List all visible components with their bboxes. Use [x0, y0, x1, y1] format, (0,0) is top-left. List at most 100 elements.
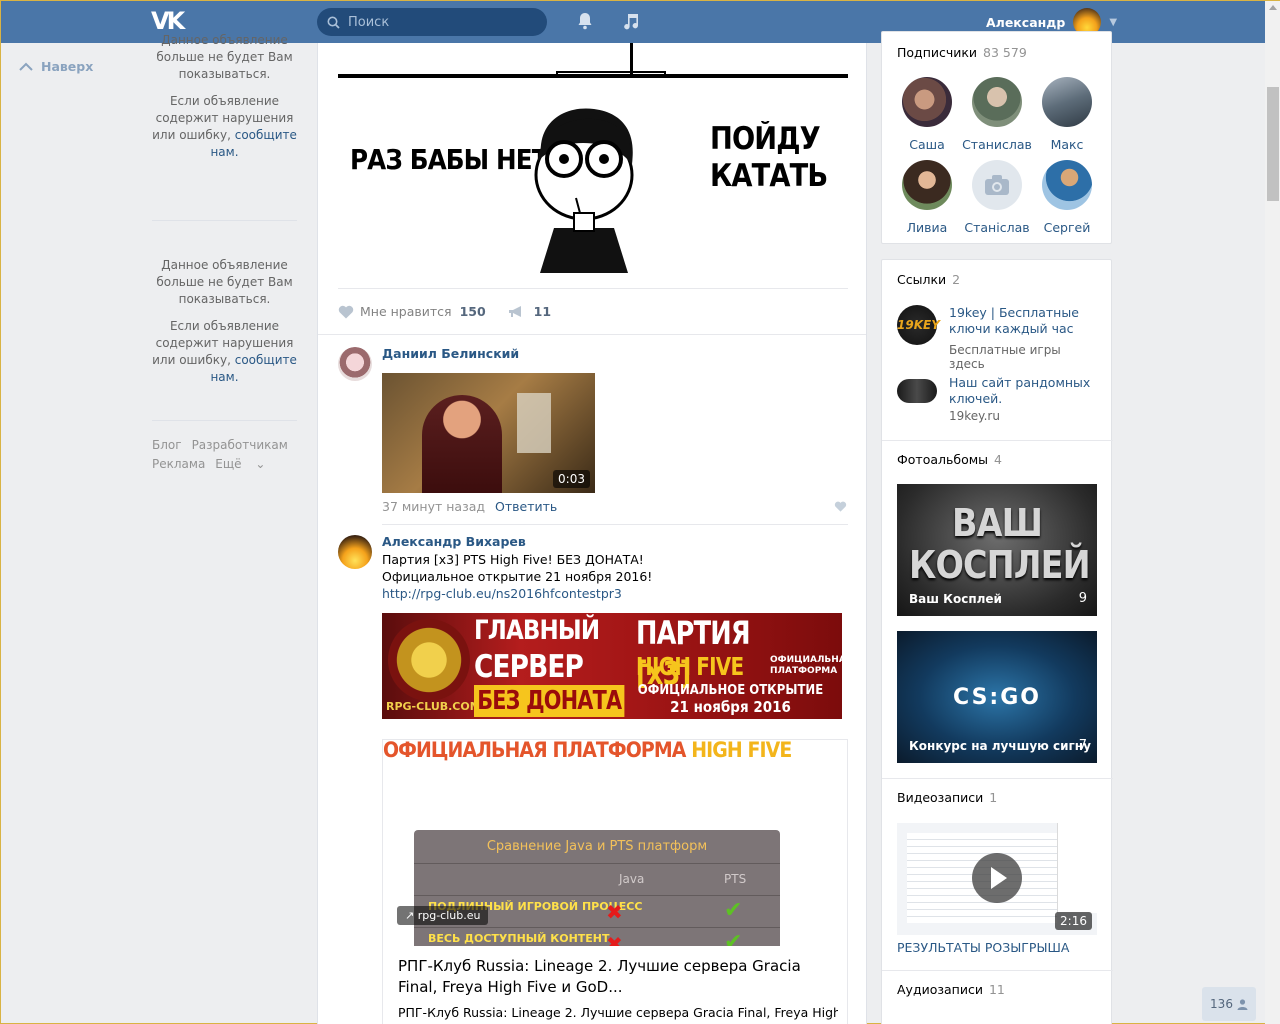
- scroll-up-link[interactable]: Наверх: [19, 59, 93, 74]
- block-title[interactable]: Подписчики 83 579: [897, 45, 1027, 60]
- subscribers-block: Подписчики 83 579 Саша Станислав Макс Лив…: [881, 31, 1112, 244]
- divider: [318, 334, 866, 335]
- video-title[interactable]: РЕЗУЛЬТАТЫ РОЗЫГРЫША: [897, 940, 1069, 955]
- link-title[interactable]: Наш сайт рандомных ключей.: [949, 375, 1099, 407]
- divider: [882, 778, 1113, 779]
- link-title[interactable]: 19key | Бесплатные ключи каждый час: [949, 305, 1099, 337]
- block-title[interactable]: Фотоальбомы 4: [897, 452, 1002, 467]
- external-link-item[interactable]: 19KEY 19key | Бесплатные ключи каждый ча…: [897, 305, 1099, 371]
- comment-author[interactable]: Александр Вихарев: [382, 534, 526, 549]
- banner-text: СЕРВЕР: [474, 649, 584, 685]
- subscriber-item[interactable]: Ливиа: [892, 160, 962, 235]
- video-duration: 0:03: [553, 470, 590, 488]
- footer-ads-link[interactable]: Реклама: [152, 457, 205, 471]
- share-count: 11: [533, 304, 552, 319]
- search-input[interactable]: [348, 14, 528, 30]
- person-icon: [1237, 998, 1248, 1010]
- search-box[interactable]: [317, 8, 547, 36]
- avatar: [1042, 160, 1092, 210]
- snippet-headline: ОФИЦИАЛЬНАЯ ПЛАТФОРМА HIGH FIVE: [383, 740, 792, 762]
- ad-note-text: Данное объявление больше не будет Вам по…: [156, 34, 293, 81]
- comment-time[interactable]: 37 минут назад: [382, 499, 485, 514]
- video-thumbnail[interactable]: 0:03: [382, 373, 595, 493]
- meme-character-illustration: [534, 108, 634, 273]
- online-friends-button[interactable]: 136: [1202, 987, 1256, 1021]
- subscriber-item[interactable]: Станіслав: [962, 160, 1032, 235]
- snippet-title[interactable]: РПГ-Клуб Russia: Lineage 2. Лучшие серве…: [398, 956, 838, 998]
- divider: [382, 524, 848, 525]
- comment-author[interactable]: Даниил Белинский: [382, 346, 519, 361]
- link-snippet[interactable]: ОФИЦИАЛЬНАЯ ПЛАТФОРМА HIGH FIVE Сравнени…: [382, 739, 848, 1024]
- footer-blog-link[interactable]: Блог: [152, 438, 182, 452]
- photo-album[interactable]: ВАШ КОСПЛЕЙ Ваш Косплей 9: [897, 484, 1097, 616]
- cross-icon: ✖: [606, 900, 623, 924]
- table-title: Сравнение Java и PTS платформ: [414, 830, 780, 864]
- block-title[interactable]: Ссылки 2: [897, 272, 960, 287]
- footer-more-link[interactable]: Ещё ⌄: [215, 457, 265, 471]
- subscriber-name: Станіслав: [964, 220, 1030, 235]
- side-info-block: Ссылки 2 19KEY 19key | Бесплатные ключи к…: [881, 259, 1113, 1024]
- footer-links: Блог Разработчикам Реклама Ещё ⌄: [152, 436, 297, 474]
- share-button[interactable]: 11: [508, 304, 551, 319]
- avatar[interactable]: [338, 347, 372, 381]
- comparison-table: Сравнение Java и PTS платформ Java PTS П…: [414, 830, 780, 946]
- subscriber-item[interactable]: Саша: [892, 77, 962, 152]
- avatar: [902, 160, 952, 210]
- album-count: 9: [1078, 591, 1087, 606]
- subscriber-item[interactable]: Сергей: [1032, 160, 1102, 235]
- video-frame: [517, 393, 551, 453]
- heart-icon[interactable]: [834, 501, 847, 512]
- footer-dev-link[interactable]: Разработчикам: [192, 438, 288, 452]
- snippet-image: ОФИЦИАЛЬНАЯ ПЛАТФОРМА HIGH FIVE Сравнени…: [383, 740, 847, 946]
- meme-drawing: [338, 74, 848, 78]
- like-label: Мне нравится: [360, 304, 452, 319]
- album-cover-text: CS:GO: [953, 685, 1041, 710]
- meme-text-left: РАЗ БАБЫ НЕТ: [350, 143, 549, 176]
- subscriber-item[interactable]: Макс: [1032, 77, 1102, 152]
- subscriber-item[interactable]: Станислав: [962, 77, 1032, 152]
- online-count: 136: [1210, 997, 1233, 1011]
- subscriber-name: Саша: [909, 137, 945, 152]
- post-actions: Мне нравится 150 11: [338, 288, 848, 334]
- check-icon: ✔: [724, 930, 743, 946]
- divider: [882, 970, 1113, 971]
- table-header: PTS: [724, 872, 747, 886]
- promo-banner-image[interactable]: RPG-CLUB.COM ГЛАВНЫЙ СЕРВЕР БЕЗ ДОНАТА П…: [382, 613, 842, 719]
- ad-hidden-note: Данное объявление больше не будет Вам по…: [152, 34, 297, 164]
- table-header: Java: [619, 872, 645, 886]
- block-title[interactable]: Аудиозаписи 11: [897, 982, 1005, 997]
- vk-logo[interactable]: VK: [151, 9, 187, 33]
- album-title: Ваш Косплей: [909, 592, 1002, 606]
- snippet-domain[interactable]: ↗ rpg-club.eu: [397, 906, 489, 925]
- like-button[interactable]: Мне нравится 150: [338, 304, 486, 319]
- banner-site: RPG-CLUB.COM: [386, 700, 481, 713]
- music-icon[interactable]: [621, 11, 641, 31]
- chevron-down-icon: ▼: [1109, 16, 1118, 28]
- divider: [882, 440, 1113, 441]
- external-link-item[interactable]: Наш сайт рандомных ключей. 19key.ru: [897, 375, 1097, 425]
- post-image-meme[interactable]: РАЗ БАБЫ НЕТ ПОЙДУ КАТАТЬ: [338, 43, 848, 273]
- scroll-up-arrow-icon[interactable]: [1269, 5, 1277, 10]
- external-link[interactable]: http://rpg-club.eu/ns2016hfcontestpr3: [382, 585, 652, 602]
- block-title[interactable]: Видеозаписи 1: [897, 790, 997, 805]
- meme-drawing: [630, 43, 633, 77]
- ad-note-text: Данное объявление больше не будет Вам по…: [156, 258, 293, 306]
- link-logo: [897, 379, 937, 403]
- scrollbar-thumb[interactable]: [1267, 87, 1279, 201]
- avatar: [972, 77, 1022, 127]
- banner-text: HIGH FIVE: [636, 652, 744, 681]
- banner-text: ОФИЦИАЛЬНОЕ ОТКРЫТИЕ 21 ноября 2016: [637, 683, 824, 716]
- comment-text: Партия [x3] PTS High Five! БЕЗ ДОНАТА! О…: [382, 552, 653, 602]
- avatar[interactable]: [338, 535, 372, 569]
- play-icon[interactable]: [972, 853, 1022, 903]
- like-count: 150: [459, 304, 486, 319]
- bell-icon[interactable]: [575, 11, 595, 31]
- photo-album[interactable]: CS:GO Конкурс на лучшую сигну 7: [897, 631, 1097, 763]
- video-duration: 2:16: [1055, 912, 1092, 930]
- subscriber-name: Макс: [1050, 137, 1084, 152]
- video-item[interactable]: 2:16: [897, 823, 1097, 935]
- avatar: [1042, 77, 1092, 127]
- check-icon: ✔: [724, 898, 743, 923]
- video-frame: [422, 395, 502, 493]
- reply-button[interactable]: Ответить: [495, 499, 557, 514]
